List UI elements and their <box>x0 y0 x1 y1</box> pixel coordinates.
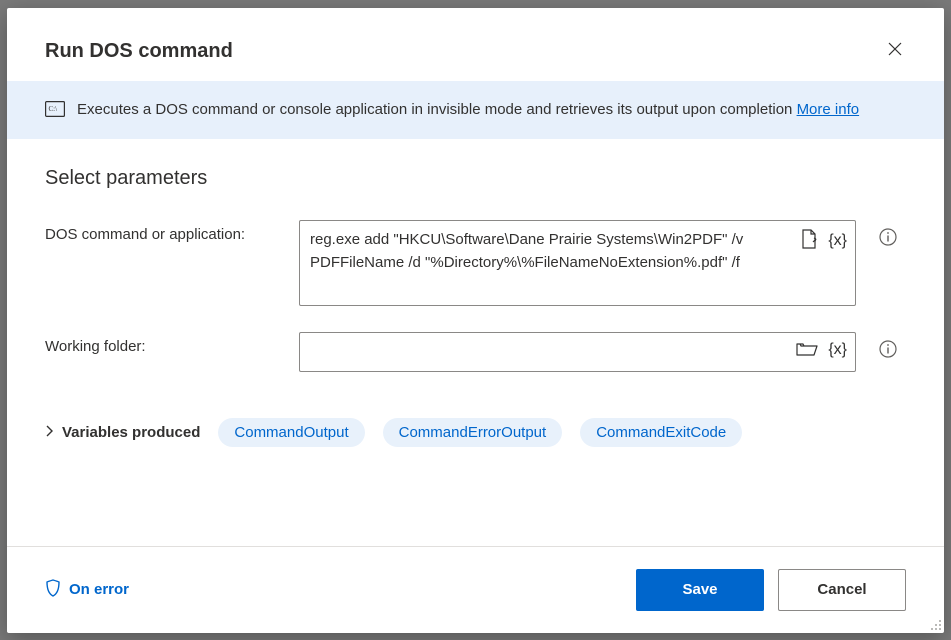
command-input-wrapper: {x} <box>299 220 856 306</box>
command-input[interactable] <box>300 221 790 305</box>
chevron-right-icon <box>45 425 54 440</box>
working-folder-input-actions: {x} <box>786 333 855 368</box>
shield-icon <box>45 579 61 601</box>
working-folder-input-wrapper: {x} <box>299 332 856 373</box>
close-icon <box>888 42 902 56</box>
info-icon[interactable] <box>879 228 897 249</box>
working-folder-row: Working folder: {x} <box>45 332 906 373</box>
working-folder-input[interactable] <box>300 333 786 372</box>
on-error-button[interactable]: On error <box>45 579 129 601</box>
folder-icon <box>796 341 818 360</box>
more-info-link[interactable]: More info <box>797 101 860 118</box>
section-title: Select parameters <box>45 167 906 190</box>
insert-variable-button[interactable]: {x} <box>828 232 847 250</box>
info-bar: C:\ Executes a DOS command or console ap… <box>7 81 944 140</box>
info-description: Executes a DOS command or console applic… <box>77 101 792 118</box>
command-row: DOS command or application: {x} <box>45 220 906 306</box>
dialog-title: Run DOS command <box>45 40 233 63</box>
dialog-body: Select parameters DOS command or applica… <box>7 139 944 546</box>
working-folder-info <box>870 332 906 361</box>
svg-text:C:\: C:\ <box>49 105 58 113</box>
info-text: Executes a DOS command or console applic… <box>77 99 859 122</box>
variables-produced-label: Variables produced <box>62 424 200 441</box>
close-button[interactable] <box>884 38 906 60</box>
info-icon[interactable] <box>879 340 897 361</box>
command-input-actions: {x} <box>790 221 855 260</box>
command-info <box>870 220 906 249</box>
folder-picker-button[interactable] <box>794 339 820 362</box>
variables-produced-toggle[interactable]: Variables produced <box>45 424 200 441</box>
variable-chip[interactable]: CommandOutput <box>218 418 364 447</box>
cancel-button[interactable]: Cancel <box>778 569 906 611</box>
variable-chip[interactable]: CommandExitCode <box>580 418 742 447</box>
run-dos-command-dialog: Run DOS command C:\ Executes a DOS comma… <box>7 8 944 633</box>
save-button[interactable]: Save <box>636 569 764 611</box>
dialog-footer: On error Save Cancel <box>7 546 944 633</box>
variables-produced-row: Variables produced CommandOutput Command… <box>45 418 906 447</box>
console-icon: C:\ <box>45 101 65 120</box>
file-icon <box>800 229 818 252</box>
insert-variable-button[interactable]: {x} <box>828 341 847 359</box>
variable-chip[interactable]: CommandErrorOutput <box>383 418 563 447</box>
footer-buttons: Save Cancel <box>636 569 906 611</box>
file-picker-button[interactable] <box>798 227 820 254</box>
command-label: DOS command or application: <box>45 220 285 243</box>
dialog-header: Run DOS command <box>7 8 944 81</box>
working-folder-label: Working folder: <box>45 332 285 355</box>
on-error-label: On error <box>69 581 129 598</box>
